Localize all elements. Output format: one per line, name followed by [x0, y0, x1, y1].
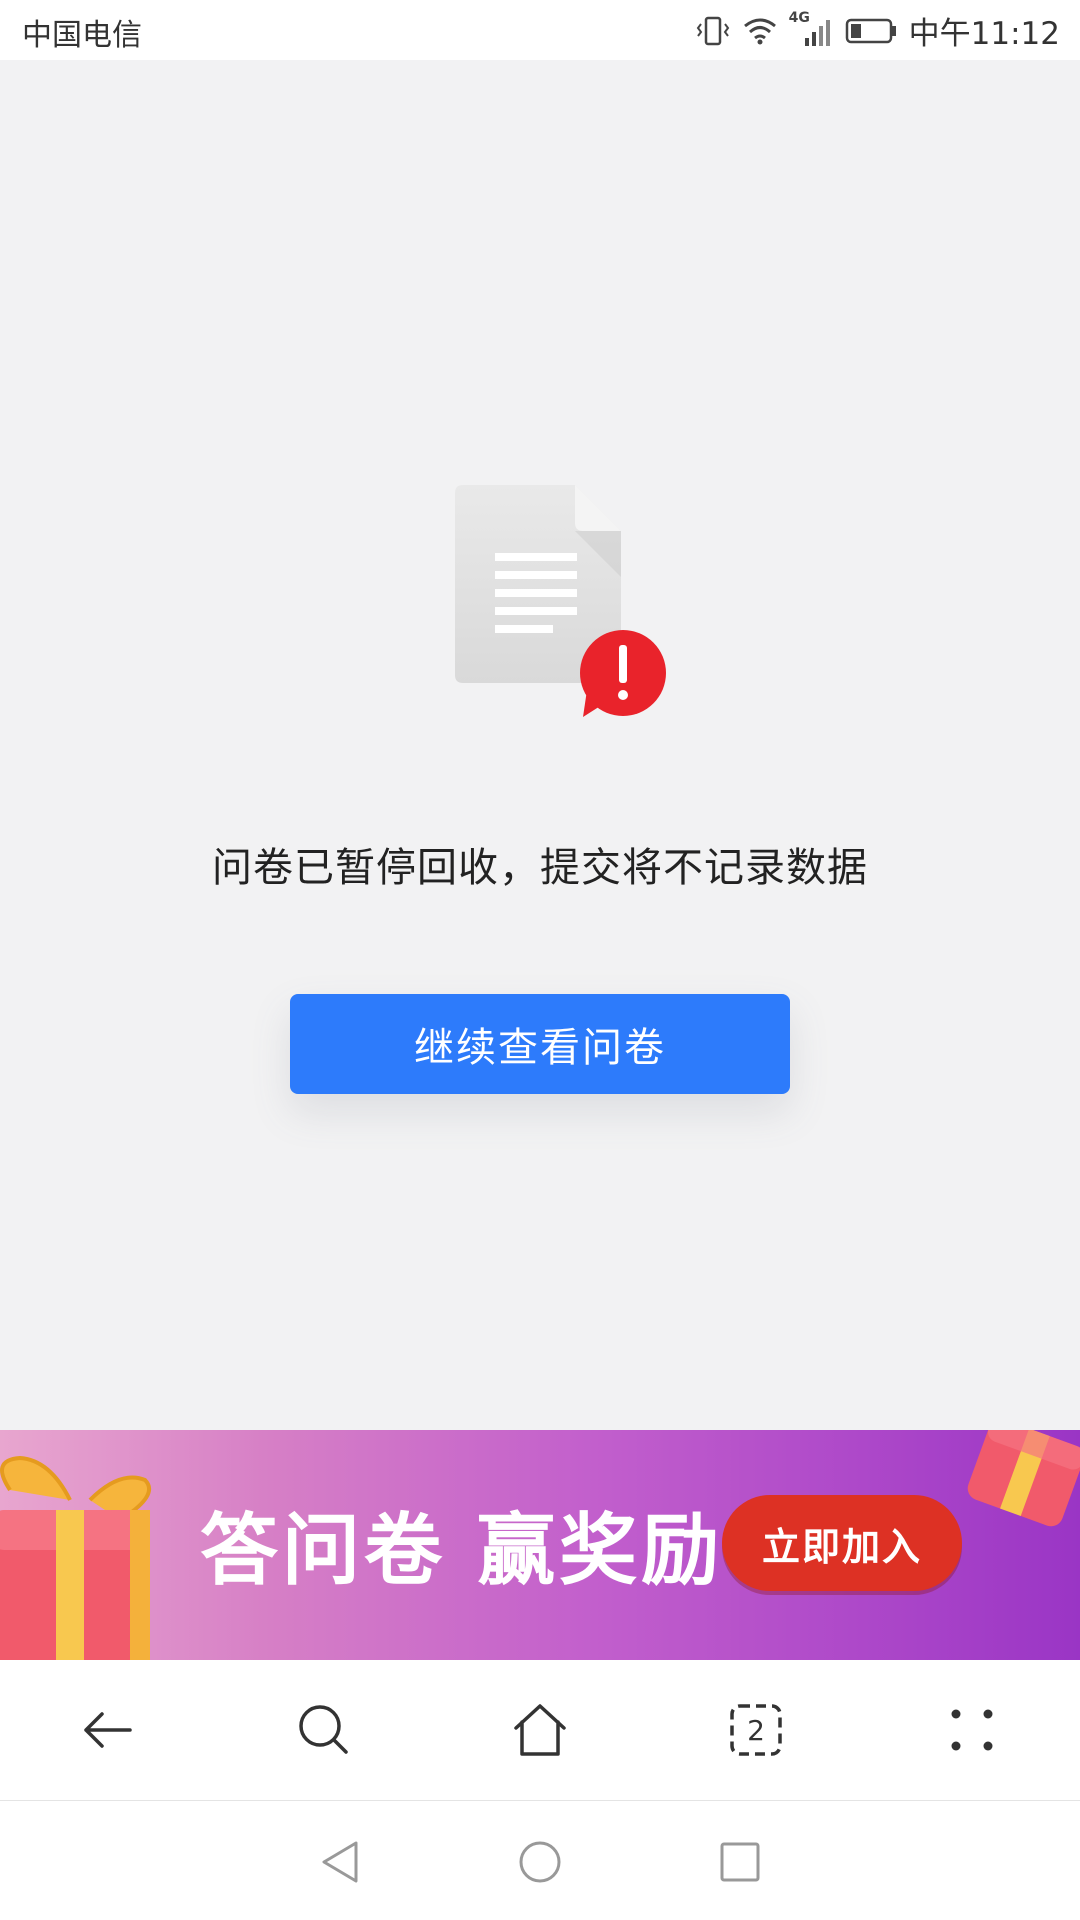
- browser-toolbar: 2: [0, 1660, 1080, 1801]
- back-arrow-icon[interactable]: [78, 1700, 138, 1760]
- system-navigation-bar: [0, 1801, 1080, 1920]
- battery-icon: [845, 18, 897, 44]
- document-warning-icon: [455, 485, 670, 785]
- promo-banner[interactable]: 答问卷 赢奖励 立即加入: [0, 1430, 1080, 1660]
- gift-box-icon: [955, 1430, 1080, 1530]
- wifi-icon: [743, 16, 777, 46]
- home-icon[interactable]: [510, 1700, 570, 1760]
- clock: 中午11:12: [908, 16, 1060, 52]
- more-icon[interactable]: [942, 1700, 1002, 1760]
- search-icon[interactable]: [294, 1700, 354, 1760]
- status-message: 问卷已暂停回收，提交将不记录数据: [212, 845, 868, 891]
- status-bar: 中国电信 4G 中午11:12: [0, 0, 1080, 60]
- carrier-name: 中国电信: [22, 18, 142, 53]
- network-type-label: 4G: [788, 9, 810, 26]
- main-content: 问卷已暂停回收，提交将不记录数据 继续查看问卷: [0, 60, 1080, 1430]
- promo-headline: 答问卷 赢奖励: [200, 1506, 724, 1596]
- nav-home-icon[interactable]: [517, 1839, 563, 1885]
- gift-box-icon: [0, 1450, 180, 1660]
- continue-viewing-button[interactable]: 继续查看问卷: [290, 994, 790, 1094]
- tabs-icon[interactable]: 2: [726, 1700, 786, 1760]
- nav-recent-icon[interactable]: [717, 1839, 763, 1885]
- tab-count-label: 2: [747, 1713, 765, 1747]
- join-now-button[interactable]: 立即加入: [722, 1495, 962, 1591]
- signal-icon: 4G: [789, 10, 833, 48]
- status-icons: 4G 中午11:12: [695, 8, 1060, 53]
- nav-back-icon[interactable]: [318, 1839, 364, 1885]
- vibrate-icon: [695, 14, 731, 48]
